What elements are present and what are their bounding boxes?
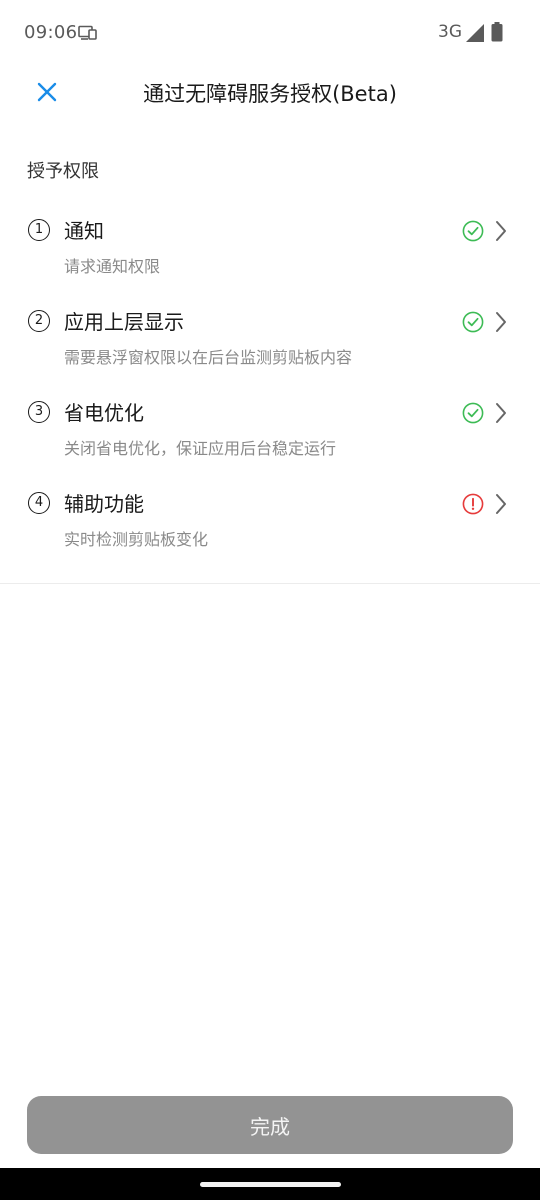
section-label: 授予权限 bbox=[27, 161, 99, 182]
step-number: 4 bbox=[28, 492, 50, 514]
permission-title: 辅助功能 bbox=[64, 492, 144, 516]
battery-icon bbox=[491, 22, 503, 42]
alert-circle-icon bbox=[462, 493, 484, 515]
step-number: 3 bbox=[28, 401, 50, 423]
permission-title: 省电优化 bbox=[64, 401, 144, 425]
chevron-right-icon bbox=[496, 221, 506, 241]
network-type: 3G bbox=[438, 22, 462, 42]
chevron-right-icon bbox=[496, 312, 506, 332]
permission-description: 请求通知权限 bbox=[64, 257, 161, 276]
permission-description: 需要悬浮窗权限以在后台监测剪贴板内容 bbox=[64, 348, 353, 367]
permission-item-notification[interactable]: 1 通知 请求通知权限 bbox=[0, 215, 540, 303]
permission-item-overlay[interactable]: 2 应用上层显示 需要悬浮窗权限以在后台监测剪贴板内容 bbox=[0, 306, 540, 394]
page-title: 通过无障碍服务授权(Beta) bbox=[143, 82, 397, 106]
chevron-right-icon bbox=[496, 403, 506, 423]
status-time: 09:06 bbox=[24, 22, 78, 43]
divider bbox=[0, 583, 540, 584]
check-circle-icon bbox=[462, 311, 484, 333]
chevron-right-icon bbox=[496, 494, 506, 514]
navigation-bar bbox=[0, 1168, 540, 1200]
cast-icon bbox=[78, 25, 97, 40]
status-bar: 09:06 3G bbox=[0, 0, 540, 66]
home-gesture-handle[interactable] bbox=[200, 1182, 341, 1187]
step-number: 1 bbox=[28, 219, 50, 241]
signal-icon bbox=[466, 24, 484, 42]
permission-item-accessibility[interactable]: 4 辅助功能 实时检测剪贴板变化 bbox=[0, 488, 540, 576]
permission-description: 实时检测剪贴板变化 bbox=[64, 530, 209, 549]
check-circle-icon bbox=[462, 402, 484, 424]
permission-description: 关闭省电优化，保证应用后台稳定运行 bbox=[64, 439, 337, 458]
permission-item-battery[interactable]: 3 省电优化 关闭省电优化，保证应用后台稳定运行 bbox=[0, 397, 540, 485]
permission-title: 应用上层显示 bbox=[64, 310, 184, 334]
done-button[interactable]: 完成 bbox=[27, 1096, 513, 1154]
step-number: 2 bbox=[28, 310, 50, 332]
check-circle-icon bbox=[462, 220, 484, 242]
permission-title: 通知 bbox=[64, 219, 104, 243]
